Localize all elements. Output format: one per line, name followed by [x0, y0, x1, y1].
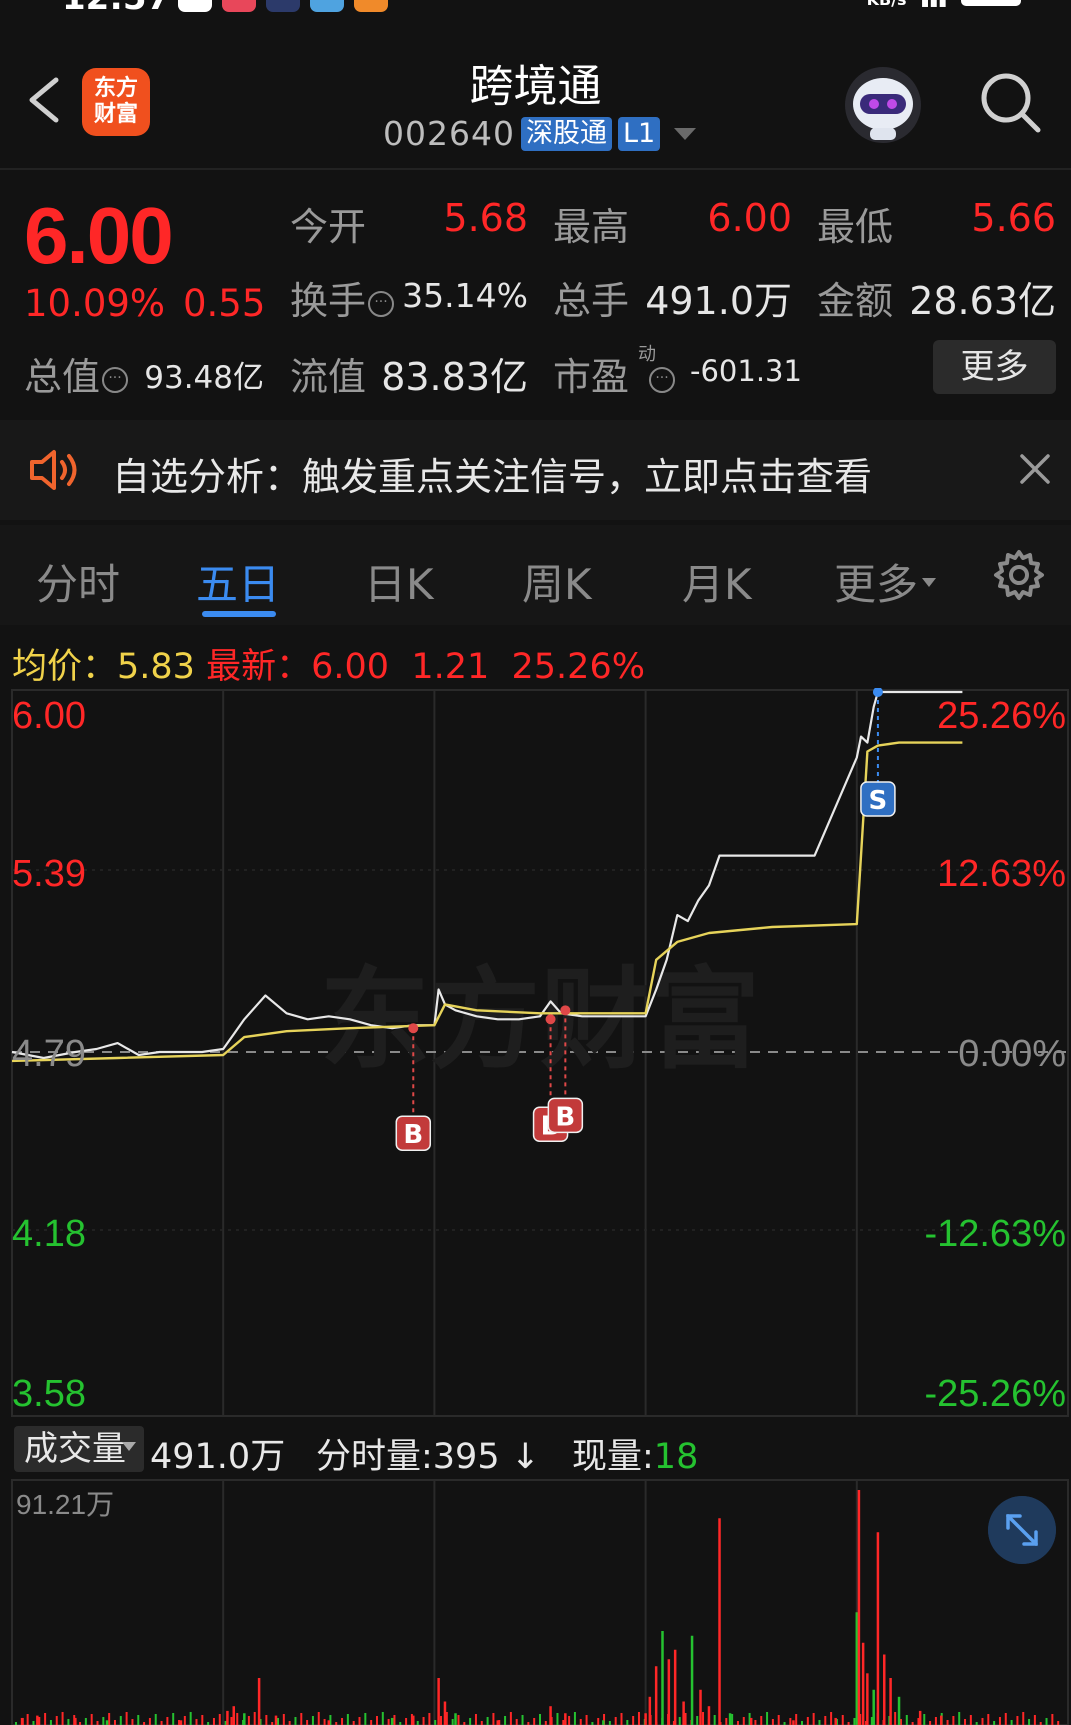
volume-total: 491.0万	[150, 1437, 286, 1477]
volume-max-label: 91.21万	[16, 1489, 114, 1520]
y-axis-right-tick: -25.26%	[924, 1373, 1066, 1415]
watermark: 东方财富	[320, 956, 760, 1084]
float-value: 83.83亿	[381, 355, 528, 399]
change-amount: 0.55	[183, 282, 266, 325]
marker-dot	[545, 1014, 556, 1025]
high-value: 6.00	[707, 196, 792, 240]
pe-dynamic-mark: 动	[638, 344, 656, 365]
mktcap-label: 总值 ···	[24, 346, 129, 401]
tab-weekly-k[interactable]: 周K	[522, 551, 592, 612]
high-label: 最高	[553, 205, 630, 249]
app-header: 东方 财富 跨境通 002640 深股通 L1	[0, 40, 1071, 168]
chevron-down-icon[interactable]	[674, 127, 697, 140]
y-axis-right-tick: 12.63%	[937, 853, 1066, 895]
volume-indicator-label: 成交量	[24, 1429, 126, 1469]
turnover-label-text: 换手	[290, 279, 367, 323]
marker-dot	[560, 1005, 571, 1016]
status-right-icons: KB/s▮▮▮	[867, 0, 1021, 9]
avg-value: 5.83	[117, 647, 195, 687]
volume-value: 491.0万	[645, 279, 792, 323]
current-volume: 现量:18	[572, 1428, 698, 1479]
pe-value: -601.31	[690, 354, 802, 388]
marker-letter: S	[869, 786, 888, 816]
stock-code-line[interactable]: 002640 深股通 L1	[383, 114, 697, 153]
volume-indicator-select[interactable]: 成交量	[14, 1426, 144, 1472]
current-volume-label: 现量:	[572, 1437, 654, 1477]
settings-gear-icon[interactable]	[992, 548, 1046, 602]
latest-value: 6.00	[311, 647, 390, 687]
low-label: 最低	[817, 205, 894, 249]
speaker-icon	[30, 450, 77, 490]
amount-label: 金额	[817, 279, 894, 323]
marker-dot	[872, 688, 883, 697]
status-app-icons	[178, 0, 388, 12]
current-volume-value: 18	[653, 1437, 699, 1477]
tab-more-label: 更多	[834, 560, 919, 609]
latest-percent: 25.26%	[511, 647, 645, 687]
tab-monthly-k[interactable]: 月K	[682, 551, 752, 612]
low-value: 5.66	[971, 196, 1056, 240]
tick-volume: 分时量:395 ↓	[316, 1437, 541, 1477]
chart-info-line: 均价：5.83 最新：6.00 1.21 25.26%	[12, 638, 645, 689]
more-info-icon[interactable]: ···	[649, 367, 676, 393]
amount-value: 28.63亿	[909, 279, 1056, 323]
latest-label: 最新：	[206, 647, 312, 687]
marker-letter: B	[555, 1102, 575, 1132]
float-label: 流值	[290, 355, 367, 399]
status-time: 12:57	[62, 0, 170, 18]
volume-chart: 91.21万	[11, 1479, 1069, 1725]
active-tab-indicator	[202, 611, 276, 617]
volume-label: 总手	[553, 279, 630, 323]
y-axis-right-tick: 25.26%	[937, 695, 1066, 737]
mktcap-value: 93.48亿	[144, 360, 264, 396]
more-info-icon[interactable]: ···	[368, 291, 395, 317]
expand-fullscreen-icon[interactable]	[988, 1496, 1056, 1564]
y-axis-right-tick: 0.00%	[958, 1033, 1066, 1075]
mktcap-label-text: 总值	[24, 355, 101, 399]
latest-change: 1.21	[411, 647, 490, 687]
marker-letter: B	[403, 1120, 423, 1150]
stock-code: 002640	[383, 114, 515, 153]
pe-label: 市盈 ···	[553, 346, 676, 401]
turnover-label: 换手 ···	[290, 270, 395, 325]
quote-panel: 6.00 10.09% 0.55 今开 5.68 最高 6.00 最低 5.66…	[0, 170, 1071, 415]
notice-banner[interactable]: 自选分析：触发重点关注信号，立即点击查看	[0, 420, 1071, 520]
open-value: 5.68	[443, 196, 528, 240]
turnover-value: 35.14%	[402, 276, 528, 315]
last-price: 6.00	[24, 191, 174, 280]
tab-daily-k[interactable]: 日K	[364, 551, 434, 612]
y-axis-right-tick: -12.63%	[924, 1213, 1066, 1255]
robot-assistant-icon[interactable]	[842, 64, 924, 146]
caret-down-icon	[922, 578, 937, 587]
volume-header: 成交量 491.0万 分时量:395 ↓ 现量:18	[0, 1424, 1071, 1477]
close-icon[interactable]	[1018, 452, 1052, 486]
status-bar: 12:57 KB/s▮▮▮	[0, 0, 1071, 18]
five-day-price-chart[interactable]: 东方财富 6.00 5.39 4.79 4.18 3.58 25.26% 12.63% 0.00…	[0, 688, 1071, 1420]
connect-badge: 深股通	[520, 116, 612, 151]
caret-down-icon	[122, 1442, 136, 1451]
y-axis-left-tick: 6.00	[12, 695, 86, 737]
chart-tabs: 分时 五日 日K 周K 月K 更多	[0, 525, 1071, 625]
avg-label: 均价：	[12, 647, 118, 687]
notice-text: 自选分析：触发重点关注信号，立即点击查看	[112, 455, 873, 499]
more-info-icon[interactable]: ···	[102, 367, 129, 393]
level-badge: L1	[617, 116, 661, 151]
more-quote-button[interactable]: 更多	[933, 340, 1056, 394]
open-label: 今开	[290, 205, 367, 249]
tab-intraday[interactable]: 分时	[36, 551, 120, 612]
tab-five-day[interactable]: 五日	[196, 551, 280, 612]
search-icon[interactable]	[978, 70, 1044, 136]
volume-frame	[11, 1479, 1069, 1725]
pe-label-text: 市盈	[553, 355, 630, 399]
y-axis-left-tick: 4.79	[12, 1033, 86, 1075]
y-axis-left-tick: 4.18	[12, 1213, 86, 1255]
tab-more[interactable]: 更多	[834, 551, 937, 612]
y-axis-left-tick: 5.39	[12, 853, 86, 895]
marker-dot	[408, 1023, 419, 1034]
change-percent: 10.09%	[24, 282, 166, 325]
y-axis-left-tick: 3.58	[12, 1373, 86, 1415]
